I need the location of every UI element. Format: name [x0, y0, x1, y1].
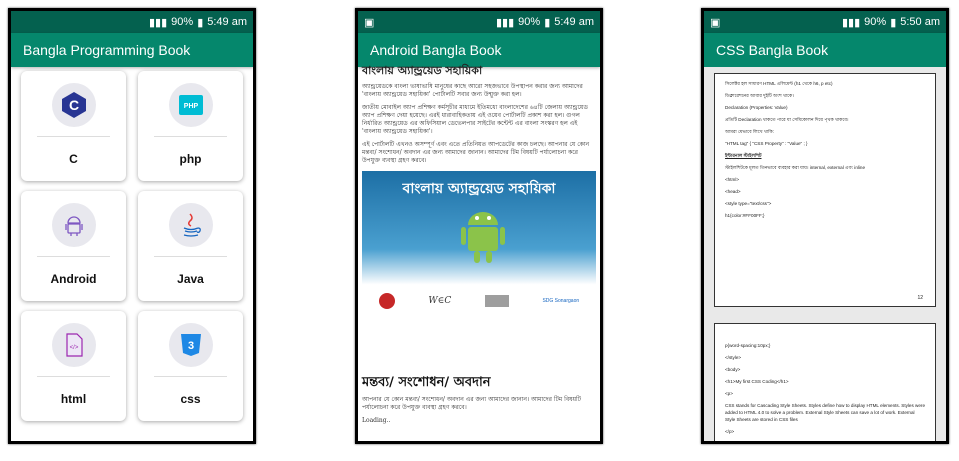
- page-line: <body>: [725, 367, 741, 372]
- phone-screenshot-1: ▮▮▮ 90% ▮ 5:49 am Bangla Programming Boo…: [8, 8, 256, 444]
- page-line: <html>: [725, 177, 740, 182]
- card-label: html: [60, 392, 87, 406]
- book-card-html[interactable]: </> html: [21, 311, 126, 421]
- book-card-android[interactable]: Android: [21, 191, 126, 301]
- signal-icon: ▮▮▮: [841, 16, 861, 29]
- card-label: css: [180, 392, 201, 406]
- logo-icon: W∈C: [428, 296, 452, 306]
- book-card-java[interactable]: Java: [138, 191, 243, 301]
- status-bar: ▣ ▮▮▮ 90% ▮ 5:50 am: [704, 11, 946, 33]
- page-line: সিলেক্টর হল সাধারণ HTML এলিমেন্ট (h1 থেক…: [725, 81, 833, 86]
- page-heading: ইন্টারনাল স্টাইলশিট: [725, 153, 762, 158]
- page-line: p{word-spacing:10px;}: [725, 343, 771, 348]
- html-file-icon: </>: [65, 333, 83, 357]
- app-bar: CSS Bangla Book: [704, 33, 946, 67]
- paragraph: অ্যান্ড্রয়েডকে বাংলা ভাষাভাষি মানুষের ক…: [362, 83, 583, 98]
- pdf-page: p{word-spacing:10px;} </style> <body> <h…: [714, 323, 936, 441]
- signal-icon: ▮▮▮: [148, 16, 168, 29]
- book-card-c[interactable]: C C: [21, 71, 126, 181]
- android-robot-icon: [461, 212, 505, 263]
- paragraph: জাতীয় মোবাইল অ্যাপ প্রশিক্ষণ কর্মসূচীর …: [362, 104, 588, 135]
- battery-icon: ▮: [890, 16, 897, 29]
- battery-icon: ▮: [544, 16, 551, 29]
- loading-text: Loading..: [362, 417, 391, 424]
- java-icon: [183, 213, 201, 237]
- app-bar: Bangla Programming Book: [11, 33, 253, 67]
- card-label: Android: [50, 272, 97, 286]
- page-line: </p>: [725, 429, 735, 434]
- page-line: <head>: [725, 189, 741, 194]
- book-card-php[interactable]: PHP php: [138, 71, 243, 181]
- page-line: ডিক্লারেশনের আবার দুইটি অংশ থাকে।: [725, 93, 795, 98]
- government-seal-icon: [378, 293, 395, 309]
- pdf-page: সিলেক্টর হল সাধারণ HTML এলিমেন্ট (h1 থেক…: [714, 73, 936, 307]
- signal-icon: ▮▮▮: [495, 16, 515, 29]
- pdf-viewer[interactable]: সিলেক্টর হল সাধারণ HTML এলিমেন্ট (h1 থেক…: [704, 67, 946, 441]
- battery-level: 90%: [518, 16, 541, 28]
- page-line: আমরা যেভাবে লিখে থাকি:: [725, 129, 774, 134]
- book-card-css[interactable]: 3 css: [138, 311, 243, 421]
- status-bar: ▮▮▮ 90% ▮ 5:49 am: [11, 11, 253, 33]
- svg-text:</>: </>: [69, 345, 78, 351]
- page-line: Declaration (Properties: Value): [725, 105, 788, 110]
- svg-text:C: C: [68, 97, 78, 113]
- svg-text:PHP: PHP: [183, 103, 198, 110]
- clock: 5:49 am: [554, 16, 594, 28]
- phone-screenshot-3: ▣ ▮▮▮ 90% ▮ 5:50 am CSS Bangla Book সিলে…: [701, 8, 949, 444]
- banner-image: বাংলায় অ্যান্ড্রয়েড সহায়িকা W∈C SDG S…: [362, 171, 596, 313]
- app-title: Bangla Programming Book: [23, 42, 191, 58]
- battery-level: 90%: [864, 16, 887, 28]
- web-content[interactable]: বাংলায় অ্যান্ড্রয়েড সহায়িকা অ্যান্ড্র…: [358, 64, 600, 441]
- screen-3: ▣ ▮▮▮ 90% ▮ 5:50 am CSS Bangla Book সিলে…: [704, 11, 946, 441]
- sdg-logo: SDG Sonargaon: [542, 298, 580, 304]
- clock: 5:49 am: [207, 16, 247, 28]
- screen-2: ▣ ▮▮▮ 90% ▮ 5:49 am Android Bangla Book …: [358, 11, 600, 441]
- app-title: Android Bangla Book: [370, 42, 502, 58]
- card-label: C: [69, 152, 78, 166]
- paragraph: আপনার যে কোন মন্তব্য/ সংশোধন/ অবদান এর জ…: [362, 396, 581, 411]
- android-icon: [64, 216, 83, 236]
- page-line: প্রতিটি Declaration থাকতে পারে যা সেমিকো…: [725, 117, 849, 122]
- paragraph: এই পোর্টালটি এখনও অসম্পূর্ণ এবং এতে প্রত…: [362, 141, 590, 164]
- banner-logos: W∈C SDG Sonargaon: [362, 293, 596, 309]
- section-heading: মন্তব্য/ সংশোধন/ অবদান: [362, 375, 491, 390]
- heading-top: বাংলায় অ্যান্ড্রয়েড সহায়িকা: [362, 64, 483, 77]
- battery-level: 90%: [171, 16, 194, 28]
- battery-icon: ▮: [197, 16, 204, 29]
- svg-text:3: 3: [187, 340, 193, 352]
- screen-1: ▮▮▮ 90% ▮ 5:49 am Bangla Programming Boo…: [11, 11, 253, 441]
- status-bar: ▣ ▮▮▮ 90% ▮ 5:49 am: [358, 11, 600, 33]
- page-line: <h1>My first CSS Coding</h1>: [725, 379, 789, 384]
- page-line: </style>: [725, 355, 742, 360]
- c-language-icon: C: [61, 92, 86, 118]
- phone-screenshot-2: ▣ ▮▮▮ 90% ▮ 5:49 am Android Bangla Book …: [355, 8, 603, 444]
- page-number: 12: [917, 295, 923, 301]
- gallery-icon: ▣: [710, 16, 721, 29]
- page-line: <style type="text/css">: [725, 201, 772, 206]
- php-icon: PHP: [178, 95, 203, 115]
- page-line: CSS stands for Cascading Style Sheets. S…: [725, 403, 926, 422]
- clock: 5:50 am: [900, 16, 940, 28]
- page-line: h1{color:#FF00FF;}: [725, 213, 765, 218]
- page-line: <p>: [725, 391, 733, 396]
- book-grid: C C PHP php Android Java </> html 3 css: [21, 71, 243, 421]
- page-line: স্টাইলশিটকে মূলত তিনভাবে ব্যবহার করা যায…: [725, 165, 866, 170]
- logo-icon: [484, 295, 509, 307]
- page-line: "HTML tag" { "CSS Property" : "Value" ; …: [725, 141, 808, 146]
- css3-icon: 3: [180, 334, 201, 356]
- app-title: CSS Bangla Book: [716, 42, 829, 58]
- gallery-icon: ▣: [364, 16, 375, 29]
- banner-title: বাংলায় অ্যান্ড্রয়েড সহায়িকা: [402, 181, 556, 197]
- card-label: Java: [177, 272, 204, 286]
- card-label: php: [179, 152, 202, 166]
